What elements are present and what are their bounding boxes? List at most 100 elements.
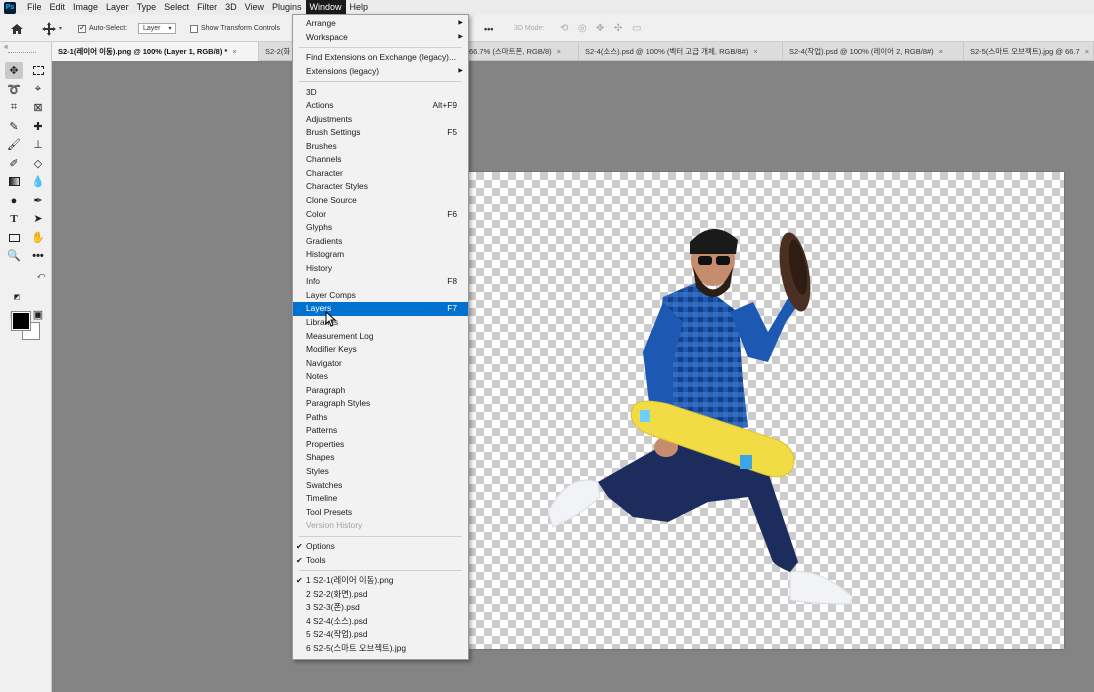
3d-orbit-icon[interactable]: ⟲ (560, 15, 568, 42)
eraser-icon[interactable]: ◇ (29, 155, 47, 172)
menu-item-gradients[interactable]: Gradients (293, 235, 468, 249)
collapse-panel-icon[interactable]: « (4, 42, 8, 51)
type-icon[interactable]: T (5, 210, 23, 227)
close-tab-icon[interactable]: × (753, 47, 757, 56)
menu-3d[interactable]: 3D (221, 0, 241, 15)
menu-file[interactable]: File (23, 0, 46, 15)
menu-item-3-s2-3-psd[interactable]: 3 S2-3(폰).psd (293, 601, 468, 615)
path-select-icon[interactable]: ➤ (29, 210, 47, 227)
hand-icon[interactable]: ✋ (29, 229, 47, 246)
menu-item-info[interactable]: Info F8 (293, 275, 468, 289)
menu-item-options[interactable]: ✔ Options (293, 540, 468, 554)
menu-item-character[interactable]: Character (293, 167, 468, 181)
document-tab[interactable]: S2-4(소스).psd @ 100% (벡터 고급 개체, RGB/8#) × (579, 42, 783, 61)
menu-image[interactable]: Image (69, 0, 102, 15)
menu-plugins[interactable]: Plugins (268, 0, 306, 15)
menu-item-2-s2-2-psd[interactable]: 2 S2-2(화면).psd (293, 588, 468, 602)
menu-item-adjustments[interactable]: Adjustments (293, 113, 468, 127)
menu-item-properties[interactable]: Properties (293, 438, 468, 452)
swap-colors-icon[interactable]: ⤺ (32, 267, 50, 284)
menu-help[interactable]: Help (346, 0, 373, 15)
rectangle-icon[interactable] (5, 229, 23, 246)
menu-select[interactable]: Select (160, 0, 193, 15)
menu-item-5-s2-4-psd[interactable]: 5 S2-4(작업).psd (293, 628, 468, 642)
menu-item-brush-settings[interactable]: Brush Settings F5 (293, 126, 468, 140)
3d-roll-icon[interactable]: ◎ (578, 15, 587, 42)
menu-item-4-s2-4-psd[interactable]: 4 S2-4(소스).psd (293, 615, 468, 629)
close-tab-icon[interactable]: × (1085, 47, 1089, 56)
menu-item-1-s2-1-png[interactable]: ✔ 1 S2-1(레이어 이동).png (293, 574, 468, 588)
menu-item-workspace[interactable]: Workspace ▶ (293, 31, 468, 45)
brush-icon[interactable]: 🖌 (5, 136, 23, 153)
menu-type[interactable]: Type (133, 0, 161, 15)
document-tab[interactable]: 66.7% (스마트폰, RGB/8) × (463, 42, 579, 61)
menu-item-histogram[interactable]: Histogram (293, 248, 468, 262)
auto-select-checkbox[interactable]: Auto-Select: (78, 15, 127, 42)
close-tab-icon[interactable]: × (939, 47, 943, 56)
stamp-icon[interactable]: ⊥ (29, 136, 47, 153)
3d-scale-icon[interactable]: ▭ (632, 15, 641, 42)
marquee-icon[interactable] (29, 62, 47, 79)
screen-mode-icon[interactable]: ▣ (29, 306, 47, 323)
menu-item-notes[interactable]: Notes (293, 370, 468, 384)
zoom-icon[interactable]: 🔍 (5, 247, 23, 264)
document-tab[interactable]: S2-5(스마트 오브젝트).jpg @ 66.7 × (964, 42, 1094, 61)
close-tab-icon[interactable]: × (557, 47, 561, 56)
menu-item-find-extensions-on-exchange-legacy[interactable]: Find Extensions on Exchange (legacy)... (293, 51, 468, 65)
menu-item-glyphs[interactable]: Glyphs (293, 221, 468, 235)
crop-icon[interactable]: ⌗ (5, 99, 23, 116)
menu-layer[interactable]: Layer (102, 0, 133, 15)
menu-item-6-s2-5-jpg[interactable]: 6 S2-5(스마트 오브젝트).jpg (293, 642, 468, 656)
menu-view[interactable]: View (241, 0, 268, 15)
menu-item-brushes[interactable]: Brushes (293, 140, 468, 154)
more-tools-icon[interactable]: ••• (29, 247, 47, 264)
menu-item-libraries[interactable]: Libraries (293, 316, 468, 330)
show-transform-controls-checkbox[interactable]: Show Transform Controls (190, 15, 280, 42)
quick-select-icon[interactable]: ⌖ (29, 81, 47, 98)
menu-item-arrange[interactable]: Arrange ▶ (293, 17, 468, 31)
gradient-icon[interactable] (5, 173, 23, 190)
document-tab[interactable]: S2-4(작업).psd @ 100% (레이어 2, RGB/8#) × (783, 42, 964, 61)
menu-item-channels[interactable]: Channels (293, 153, 468, 167)
history-brush-icon[interactable]: ✐ (5, 155, 23, 172)
document-canvas[interactable] (468, 172, 1064, 649)
blur-icon[interactable]: 💧 (29, 173, 47, 190)
menu-edit[interactable]: Edit (46, 0, 70, 15)
menu-item-shapes[interactable]: Shapes (293, 451, 468, 465)
dodge-icon[interactable]: ● (5, 192, 23, 209)
close-tab-icon[interactable]: × (232, 47, 236, 56)
menu-item-character-styles[interactable]: Character Styles (293, 180, 468, 194)
document-tab[interactable]: S2-1(레이어 이동).png @ 100% (Layer 1, RGB/8)… (52, 42, 259, 61)
home-icon[interactable] (10, 15, 24, 42)
menu-filter[interactable]: Filter (193, 0, 221, 15)
menu-item-tool-presets[interactable]: Tool Presets (293, 506, 468, 520)
foreground-color-swatch[interactable] (11, 311, 31, 331)
menu-item-paragraph[interactable]: Paragraph (293, 384, 468, 398)
menu-item-patterns[interactable]: Patterns (293, 424, 468, 438)
menu-item-color[interactable]: Color F6 (293, 208, 468, 222)
move-icon[interactable]: ✥ (5, 62, 23, 79)
menu-item-history[interactable]: History (293, 262, 468, 276)
menu-item-measurement-log[interactable]: Measurement Log (293, 330, 468, 344)
menu-item-layers[interactable]: Layers F7 (293, 302, 468, 316)
auto-select-target-dropdown[interactable]: Layer ▾ (138, 15, 176, 42)
healing-icon[interactable]: ✚ (29, 118, 47, 135)
menu-window[interactable]: Window (305, 0, 346, 15)
menu-item-paths[interactable]: Paths (293, 411, 468, 425)
menu-item-paragraph-styles[interactable]: Paragraph Styles (293, 397, 468, 411)
menu-item-timeline[interactable]: Timeline (293, 492, 468, 506)
menu-item-actions[interactable]: Actions Alt+F9 (293, 99, 468, 113)
menu-item-extensions-legacy[interactable]: Extensions (legacy) ▶ (293, 65, 468, 79)
menu-item-3d[interactable]: 3D (293, 86, 468, 100)
default-colors-icon[interactable]: ◩ (8, 288, 26, 305)
menu-item-swatches[interactable]: Swatches (293, 479, 468, 493)
menu-item-tools[interactable]: ✔ Tools (293, 554, 468, 568)
move-tool-preset-icon[interactable]: ▾ (42, 15, 62, 42)
menu-item-clone-source[interactable]: Clone Source (293, 194, 468, 208)
menu-item-layer-comps[interactable]: Layer Comps (293, 289, 468, 303)
3d-slide-icon[interactable]: ✣ (614, 15, 622, 42)
lasso-icon[interactable]: ➰ (5, 81, 23, 98)
frame-icon[interactable]: ⊠ (29, 99, 47, 116)
menu-item-modifier-keys[interactable]: Modifier Keys (293, 343, 468, 357)
menu-item-navigator[interactable]: Navigator (293, 357, 468, 371)
